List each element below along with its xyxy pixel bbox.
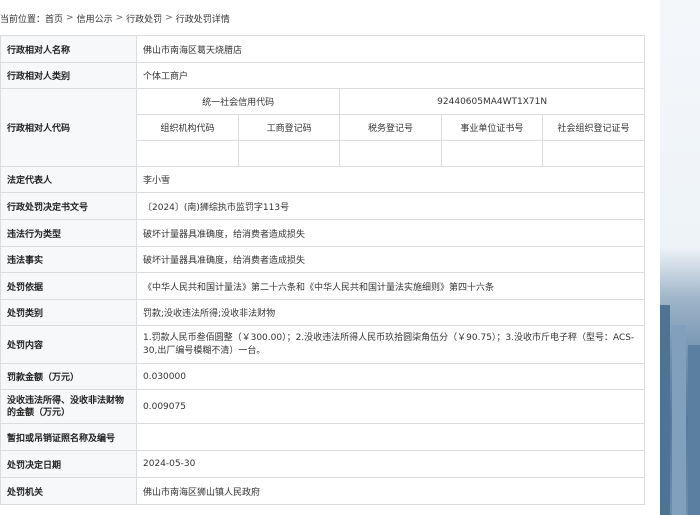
violation-facts-label: 违法事实	[0, 246, 137, 273]
table-row: 行政相对人代码 统一社会信用代码 92440605MA4WT1X71N 组织机构…	[0, 88, 645, 167]
tax-reg-header: 税务登记号	[339, 114, 442, 141]
table-row: 行政处罚决定书文号 〔2024〕(南)狮综执市监罚字113号	[0, 192, 645, 220]
penalty-content-value: 1.罚款人民币叁佰圆整（￥300.00）；2.没收违法所得人民币玖拾圆柒角伍分（…	[136, 325, 645, 364]
building-shape	[672, 325, 686, 515]
confiscated-amount-label: 没收违法所得、没收非法财物的金额（万元）	[0, 389, 137, 424]
social-org-header: 社会组织登记证号	[542, 114, 644, 141]
party-code-subtable: 统一社会信用代码 92440605MA4WT1X71N 组织机构代码 工商登记码…	[137, 89, 644, 166]
confiscated-amount-value: 0.009075	[136, 389, 645, 424]
table-row	[137, 140, 644, 166]
social-org-value	[542, 140, 644, 166]
table-row: 处罚决定日期 2024-05-30	[0, 450, 645, 478]
table-row: 暂扣或吊销证照名称及编号	[0, 423, 645, 451]
table-row: 处罚内容 1.罚款人民币叁佰圆整（￥300.00）；2.没收违法所得人民币玖拾圆…	[0, 325, 645, 364]
table-row: 法定代表人 李小雪	[0, 166, 645, 193]
doc-no-label: 行政处罚决定书文号	[0, 192, 137, 220]
party-type-label: 行政相对人类别	[0, 62, 137, 89]
institution-cert-value	[440, 140, 544, 166]
tax-reg-value	[339, 140, 442, 166]
main-content: 当前位置： 首页 > 信用公示 > 行政处罚 > 行政处罚详情 行政相对人名称 …	[0, 0, 660, 515]
table-row: 处罚机关 佛山市南海区狮山镇人民政府	[0, 477, 645, 505]
table-row: 违法行为类型 破坏计量器具准确度，给消费者造成损失	[0, 219, 645, 247]
penalty-content-label: 处罚内容	[0, 325, 137, 364]
credit-code-value: 92440605MA4WT1X71N	[339, 89, 644, 115]
table-row: 没收违法所得、没收非法财物的金额（万元） 0.009075	[0, 389, 645, 424]
building-shape	[688, 345, 700, 515]
violation-type-value: 破坏计量器具准确度，给消费者造成损失	[136, 219, 645, 247]
license-revoke-value	[136, 423, 645, 451]
table-row: 处罚依据 《中华人民共和国计量法》第二十六条和《中华人民共和国计量法实施细则》第…	[0, 272, 645, 300]
fine-amount-label: 罚款金额（万元）	[0, 363, 137, 390]
table-row: 罚款金额（万元） 0.030000	[0, 363, 645, 390]
credit-code-label: 统一社会信用代码	[137, 89, 341, 115]
legal-rep-value: 李小雪	[136, 166, 645, 193]
breadcrumb-home-link[interactable]: 首页	[45, 12, 63, 25]
violation-facts-value: 破坏计量器具准确度，给消费者造成损失	[136, 246, 645, 273]
breadcrumb-separator: >	[66, 13, 74, 23]
table-row: 违法事实 破坏计量器具准确度，给消费者造成损失	[0, 246, 645, 273]
license-revoke-label: 暂扣或吊销证照名称及编号	[0, 423, 137, 451]
decision-date-label: 处罚决定日期	[0, 450, 137, 478]
institution-cert-header: 事业单位证书号	[440, 114, 544, 141]
decision-date-value: 2024-05-30	[136, 450, 645, 478]
fine-amount-value: 0.030000	[136, 363, 645, 390]
basis-value: 《中华人民共和国计量法》第二十六条和《中华人民共和国计量法实施细则》第四十六条	[136, 272, 645, 300]
basis-label: 处罚依据	[0, 272, 137, 300]
breadcrumb-prefix: 当前位置：	[0, 14, 46, 25]
party-name-value: 佛山市南海区葛天烧腊店	[136, 35, 645, 63]
table-row: 行政相对人名称 佛山市南海区葛天烧腊店	[0, 35, 645, 63]
authority-label: 处罚机关	[0, 477, 137, 505]
doc-no-value: 〔2024〕(南)狮综执市监罚字113号	[136, 192, 645, 220]
business-reg-header: 工商登记码	[237, 114, 341, 141]
org-code-value	[137, 140, 239, 166]
breadcrumb-credit-link[interactable]: 信用公示	[77, 12, 113, 25]
breadcrumb-current: 行政处罚详情	[175, 14, 230, 25]
penalty-category-value: 罚款;没收违法所得;没收非法财物	[136, 299, 645, 326]
authority-value: 佛山市南海区狮山镇人民政府	[136, 477, 645, 505]
table-row: 统一社会信用代码 92440605MA4WT1X71N	[137, 89, 644, 115]
table-row: 处罚类别 罚款;没收违法所得;没收非法财物	[0, 299, 645, 326]
penalty-detail-table: 行政相对人名称 佛山市南海区葛天烧腊店 行政相对人类别 个体工商户 行政相对人代…	[0, 35, 645, 505]
party-code-label: 行政相对人代码	[0, 88, 137, 167]
party-name-label: 行政相对人名称	[0, 35, 137, 63]
table-row: 组织机构代码 工商登记码 税务登记号 事业单位证书号 社会组织登记证号	[137, 114, 644, 141]
table-row: 行政相对人类别 个体工商户	[0, 62, 645, 89]
org-code-header: 组织机构代码	[137, 114, 239, 141]
legal-rep-label: 法定代表人	[0, 166, 137, 193]
party-code-cell: 统一社会信用代码 92440605MA4WT1X71N 组织机构代码 工商登记码…	[136, 88, 645, 167]
penalty-category-label: 处罚类别	[0, 299, 137, 326]
party-type-value: 个体工商户	[136, 62, 645, 89]
violation-type-label: 违法行为类型	[0, 219, 137, 247]
breadcrumb-separator: >	[165, 13, 173, 23]
business-reg-value	[237, 140, 341, 166]
breadcrumb-penalty-link[interactable]: 行政处罚	[126, 12, 162, 25]
breadcrumb: 当前位置： 首页 > 信用公示 > 行政处罚 > 行政处罚详情	[0, 6, 660, 30]
breadcrumb-separator: >	[115, 13, 124, 23]
